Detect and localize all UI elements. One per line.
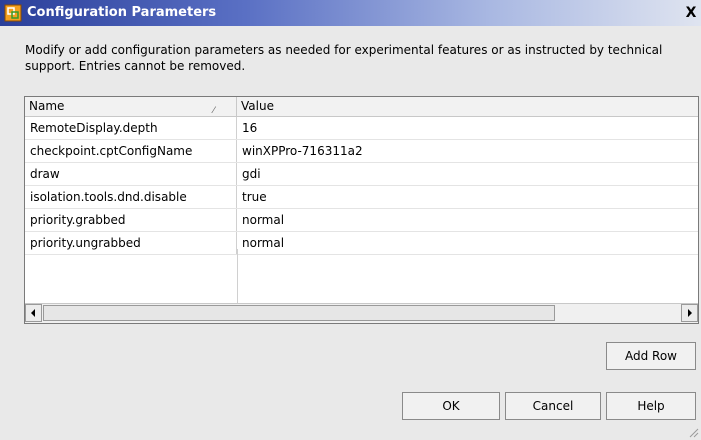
horizontal-scrollbar[interactable] [25, 303, 698, 323]
title-bar: Configuration Parameters X [0, 0, 701, 26]
column-header-value[interactable]: Value [237, 97, 698, 116]
param-name-cell[interactable]: RemoteDisplay.depth [25, 117, 237, 139]
table-row[interactable]: draw gdi [25, 163, 698, 186]
table-body: RemoteDisplay.depth 16 checkpoint.cptCon… [25, 117, 698, 255]
param-value-cell[interactable]: true [237, 186, 698, 208]
param-name-cell[interactable]: priority.grabbed [25, 209, 237, 231]
table-row[interactable]: priority.grabbed normal [25, 209, 698, 232]
add-row-button[interactable]: Add Row [606, 342, 696, 370]
param-value-cell[interactable]: winXPPro-716311a2 [237, 140, 698, 162]
arrow-left-icon [31, 309, 35, 317]
scroll-right-button[interactable] [681, 304, 698, 322]
cancel-button[interactable]: Cancel [505, 392, 601, 420]
scroll-left-button[interactable] [25, 304, 42, 322]
parameters-table: Name ⁄ Value RemoteDisplay.depth 16 chec… [24, 96, 699, 324]
column-divider [237, 249, 238, 303]
param-value-cell[interactable]: normal [237, 232, 698, 254]
ok-button[interactable]: OK [402, 392, 500, 420]
param-name-cell[interactable]: priority.ungrabbed [25, 232, 237, 254]
param-name-cell[interactable]: draw [25, 163, 237, 185]
table-row[interactable]: RemoteDisplay.depth 16 [25, 117, 698, 140]
param-name-cell[interactable]: isolation.tools.dnd.disable [25, 186, 237, 208]
column-header-name[interactable]: Name ⁄ [25, 97, 237, 116]
param-name-cell[interactable]: checkpoint.cptConfigName [25, 140, 237, 162]
resize-grip-icon[interactable] [687, 426, 699, 438]
arrow-right-icon [688, 309, 692, 317]
table-row[interactable]: isolation.tools.dnd.disable true [25, 186, 698, 209]
table-row[interactable]: priority.ungrabbed normal [25, 232, 698, 255]
close-button[interactable]: X [683, 5, 699, 21]
description-text: Modify or add configuration parameters a… [25, 43, 663, 73]
param-value-cell[interactable]: 16 [237, 117, 698, 139]
table-row[interactable]: checkpoint.cptConfigName winXPPro-716311… [25, 140, 698, 163]
app-icon [4, 4, 22, 22]
param-value-cell[interactable]: gdi [237, 163, 698, 185]
table-header: Name ⁄ Value [25, 97, 698, 117]
help-button[interactable]: Help [606, 392, 696, 420]
scrollbar-thumb[interactable] [43, 305, 555, 321]
param-value-cell[interactable]: normal [237, 209, 698, 231]
window-title: Configuration Parameters [27, 5, 217, 20]
